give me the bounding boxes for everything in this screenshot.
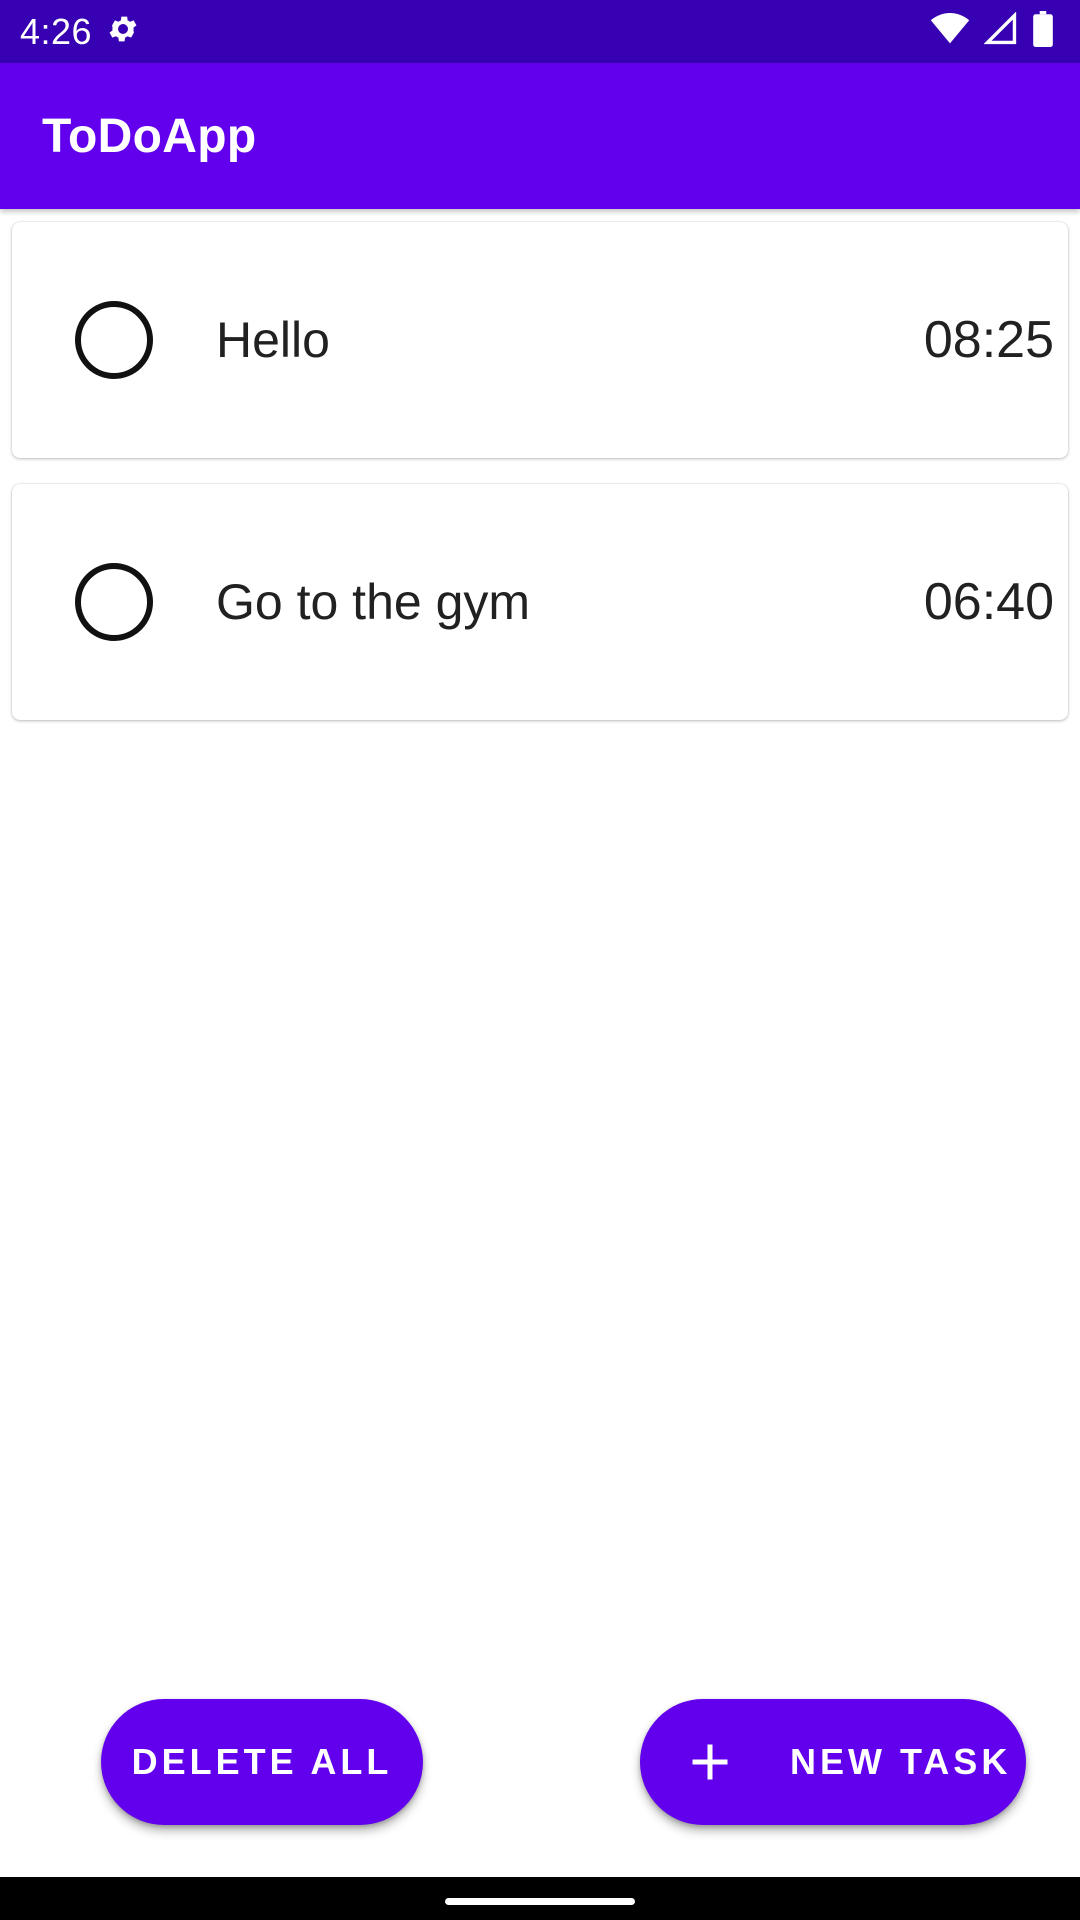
signal-icon (983, 11, 1018, 51)
screen: 4:26 ToDoApp Hello 08:25 Go to the gym 0… (0, 0, 1080, 1920)
gear-icon (106, 12, 140, 51)
task-time: 06:40 (923, 573, 1054, 631)
status-time: 4:26 (20, 10, 93, 52)
delete-all-button[interactable]: DELETE ALL (101, 1699, 423, 1825)
task-card[interactable]: Hello 08:25 (12, 222, 1068, 458)
new-task-button[interactable]: NEW TASK (640, 1699, 1026, 1825)
delete-all-label: DELETE ALL (131, 1741, 393, 1782)
plus-icon (680, 1732, 740, 1792)
wifi-icon (930, 13, 970, 50)
status-bar: 4:26 (0, 0, 1080, 63)
task-checkbox[interactable] (75, 301, 153, 379)
app-title: ToDoApp (42, 109, 257, 163)
task-list: Hello 08:25 Go to the gym 06:40 (12, 222, 1068, 746)
app-bar: ToDoApp (0, 63, 1080, 209)
task-title: Go to the gym (216, 574, 531, 630)
status-right (930, 11, 1060, 52)
task-card[interactable]: Go to the gym 06:40 (12, 484, 1068, 720)
task-title: Hello (216, 312, 330, 368)
new-task-label: NEW TASK (790, 1741, 1012, 1782)
task-checkbox[interactable] (75, 563, 153, 641)
task-time: 08:25 (923, 311, 1054, 369)
battery-icon (1032, 11, 1054, 52)
status-left: 4:26 (20, 11, 140, 53)
home-handle[interactable] (445, 1898, 635, 1905)
